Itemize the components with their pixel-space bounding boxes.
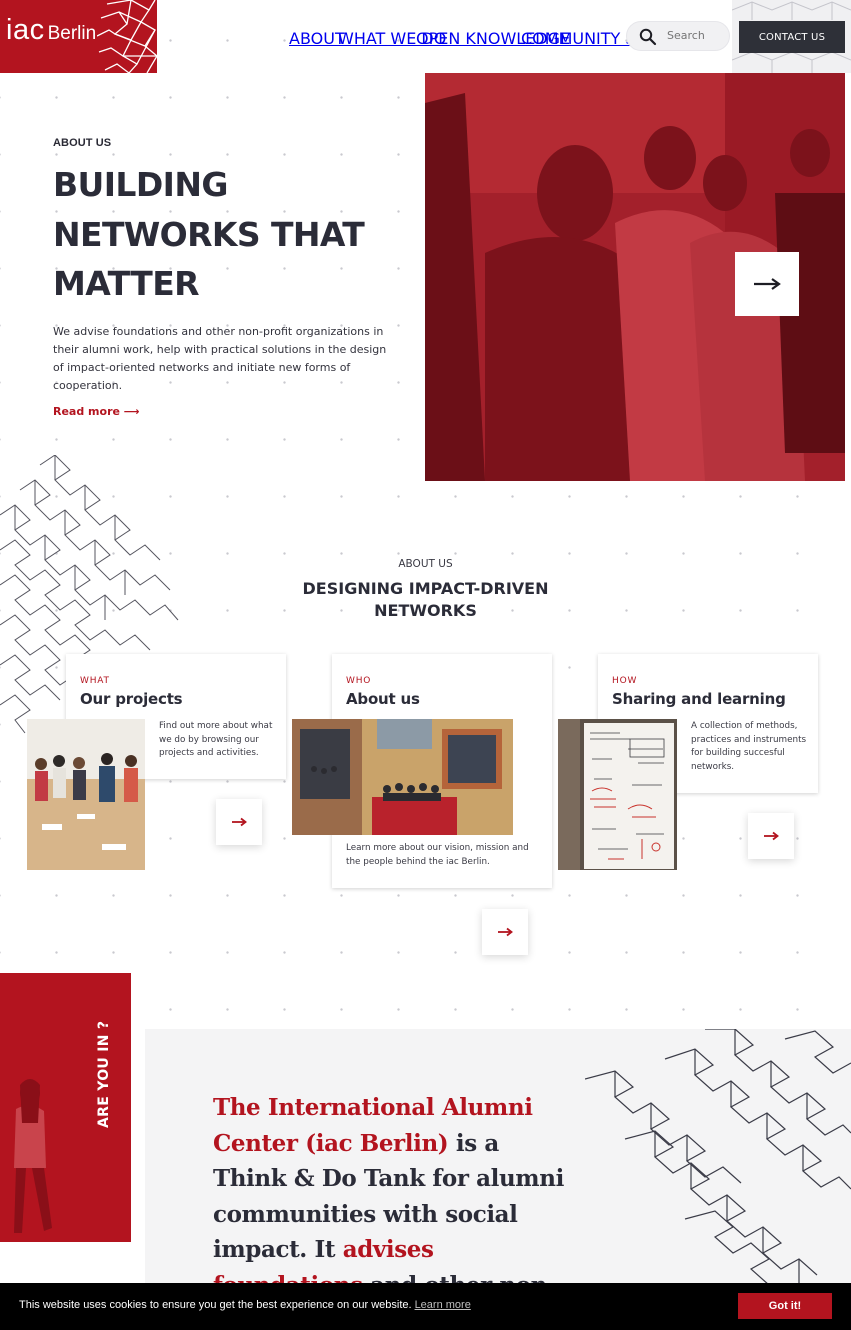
hero-eyebrow: ABOUT US bbox=[53, 137, 112, 149]
card-kicker: WHAT bbox=[80, 676, 110, 686]
building-balcony-photo bbox=[292, 719, 513, 835]
got-it-button[interactable]: Got it! bbox=[738, 1293, 832, 1319]
geometric-pattern-icon bbox=[585, 1029, 851, 1286]
projects-arrow-button[interactable] bbox=[216, 799, 262, 845]
card-description: A collection of methods, practices and i… bbox=[691, 721, 807, 772]
card-title: Sharing and learning bbox=[612, 690, 786, 708]
logo[interactable]: iac Berlin bbox=[0, 0, 157, 73]
about-arrow-button[interactable] bbox=[482, 909, 528, 955]
statement-text: The International Alumni Center (iac Ber… bbox=[213, 1090, 573, 1303]
search-box[interactable] bbox=[626, 21, 730, 51]
card-title: Our projects bbox=[80, 690, 183, 708]
search-icon bbox=[639, 28, 657, 46]
hero-title-line: NETWORKS THAT bbox=[53, 214, 365, 254]
card-kicker: WHO bbox=[346, 676, 372, 686]
search-input[interactable] bbox=[667, 29, 727, 42]
are-you-in-label: ARE YOU IN ? bbox=[96, 1020, 112, 1128]
contact-us-button[interactable]: CONTACT US bbox=[739, 21, 845, 53]
projects-photo bbox=[27, 719, 145, 870]
read-more-link[interactable]: Read more ⟶ bbox=[53, 405, 140, 418]
cookie-banner: This website uses cookies to ensure you … bbox=[0, 1283, 851, 1330]
nav-item-about[interactable]: ABOUT bbox=[289, 29, 345, 48]
arrow-right-icon bbox=[754, 278, 781, 290]
hero-title: BUILDING NETWORKS THAT MATTER bbox=[53, 160, 393, 309]
team-photo bbox=[292, 719, 513, 835]
logo-city: Berlin bbox=[47, 23, 97, 44]
logo-wordmark: iac bbox=[6, 14, 45, 46]
section-title: DESIGNING IMPACT-DRIVEN NETWORKS bbox=[302, 579, 549, 620]
arrow-right-icon bbox=[764, 831, 779, 841]
card-title: About us bbox=[346, 690, 420, 708]
hero-next-button[interactable] bbox=[735, 252, 799, 316]
section-eyebrow: ABOUT US bbox=[398, 558, 453, 570]
workshop-photo bbox=[27, 719, 145, 870]
hero-title-line: MATTER bbox=[53, 264, 200, 303]
card-description: Learn more about our vision, mission and… bbox=[346, 843, 529, 867]
sharing-arrow-button[interactable] bbox=[748, 813, 794, 859]
logo-cube-pattern-icon bbox=[97, 0, 157, 73]
whiteboard-photo bbox=[558, 719, 677, 870]
arrow-right-icon bbox=[498, 927, 513, 937]
card-description: Find out more about what we do by browsi… bbox=[159, 721, 273, 758]
learn-more-link[interactable]: Learn more bbox=[415, 1299, 471, 1311]
card-kicker: HOW bbox=[612, 676, 638, 686]
hero-paragraph: We advise foundations and other non-prof… bbox=[53, 325, 387, 392]
whiteboard-sketch-photo bbox=[558, 719, 677, 870]
hero-title-line: BUILDING bbox=[53, 165, 228, 204]
arrow-right-icon bbox=[232, 817, 247, 827]
cookie-message: This website uses cookies to ensure you … bbox=[19, 1299, 412, 1311]
